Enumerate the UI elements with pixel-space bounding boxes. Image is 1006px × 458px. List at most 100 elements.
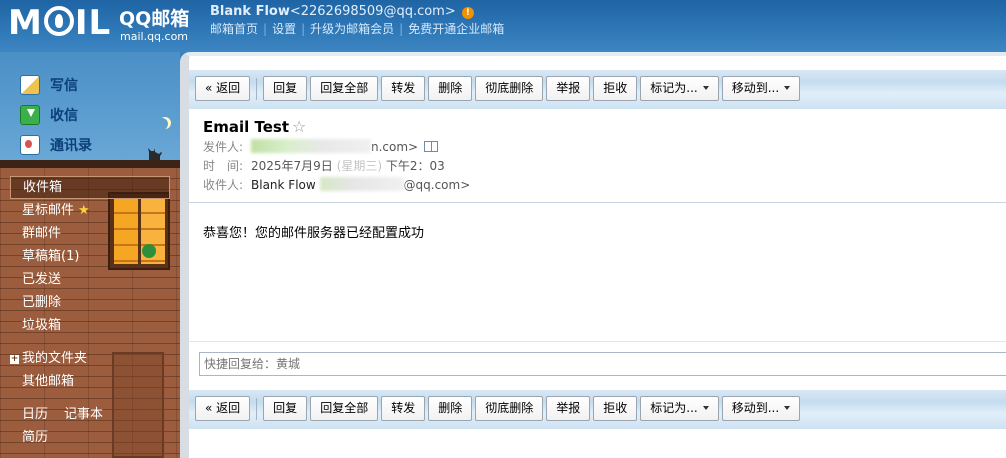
delete-forever-button[interactable]: 彻底删除 (475, 76, 544, 101)
bottom-toolbar: « 返回 回复 回复全部 转发 删除 彻底删除 举报 拒收 标记为... 移动到... (189, 390, 1006, 429)
expand-icon[interactable]: + (10, 355, 19, 364)
folder-sent[interactable]: 已发送 (10, 268, 170, 291)
nav-compose-label: 写信 (50, 78, 78, 94)
delete-button[interactable]: 删除 (428, 76, 473, 101)
time-label: 时 间: (203, 159, 244, 173)
redacted-recipient (319, 177, 404, 191)
account-info: Blank Flow<2262698509@qq.com>! (210, 2, 474, 20)
mark-as-dropdown[interactable]: 标记为... (640, 396, 719, 421)
time-weekday: (星期三) (336, 159, 383, 173)
sender-address[interactable]: n.com> (371, 140, 418, 154)
header-divider (189, 202, 1006, 203)
top-header: M IL QQ邮箱 mail.qq.com Blank Flow<22626985… (0, 0, 1006, 52)
my-folders-label: 我的文件夹 (22, 351, 88, 366)
link-upgrade-vip[interactable]: 升级为邮箱会员 (310, 22, 394, 36)
folder-starred[interactable]: 星标邮件 ★ (10, 199, 170, 222)
primary-nav: 写信 收信 通讯录 (20, 70, 92, 160)
link-settings[interactable]: 设置 (272, 22, 296, 36)
divider: | (301, 22, 306, 36)
logo-domain: mail.qq.com (120, 30, 189, 43)
chevron-down-icon (784, 86, 791, 90)
qq-mail-logo[interactable]: M IL QQ邮箱 mail.qq.com (8, 4, 198, 46)
mark-as-dropdown[interactable]: 标记为... (640, 76, 719, 101)
chevron-down-icon (784, 406, 791, 410)
back-button[interactable]: « 返回 (195, 76, 251, 101)
top-toolbar: « 返回 回复 回复全部 转发 删除 彻底删除 举报 拒收 标记为... 移动到... (189, 70, 1006, 109)
tool-notepad[interactable]: 记事本 (64, 407, 103, 422)
quick-reply-input[interactable] (199, 352, 1006, 376)
tool-calendar[interactable]: 日历 (22, 407, 48, 422)
time-date: 2025年7月9日 (251, 159, 333, 173)
folder-list: 收件箱 星标邮件 ★ 群邮件 草稿箱(1) 已发送 已删除 垃圾箱 + 我的文件夹 … (10, 176, 170, 449)
mail-subject-row: Email Test ☆ (203, 116, 1003, 138)
mail-header: Email Test ☆ 发件人: n.com> 时 间: 2025年7月9日 (星期… (203, 116, 1003, 195)
report-button[interactable]: 举报 (546, 76, 591, 101)
mark-as-label: 标记为... (650, 81, 698, 95)
forward-button[interactable]: 转发 (381, 76, 426, 101)
account-email: <2262698509@qq.com> (289, 4, 456, 19)
link-enterprise-mail[interactable]: 免费开通企业邮箱 (408, 22, 504, 36)
nav-compose[interactable]: 写信 (20, 70, 92, 100)
forward-button[interactable]: 转发 (381, 396, 426, 421)
delete-button[interactable]: 删除 (428, 396, 473, 421)
mail-read-panel: « 返回 回复 回复全部 转发 删除 彻底删除 举报 拒收 标记为... 移动到... Email… (180, 52, 1006, 458)
reply-button[interactable]: 回复 (263, 396, 308, 421)
warning-icon[interactable]: ! (461, 7, 474, 19)
mail-subject: Email Test (203, 118, 290, 136)
folder-group-mail[interactable]: 群邮件 (10, 222, 170, 245)
logo-penguin-icon (43, 6, 74, 36)
account-name[interactable]: Blank Flow (210, 4, 290, 19)
back-button[interactable]: « 返回 (195, 396, 251, 421)
mark-as-label: 标记为... (650, 401, 698, 415)
folder-inbox[interactable]: 收件箱 (10, 176, 170, 199)
write-icon (20, 75, 40, 95)
link-mail-home[interactable]: 邮箱首页 (210, 22, 258, 36)
nav-contacts[interactable]: 通讯录 (20, 130, 92, 160)
divider: | (263, 22, 268, 36)
move-to-label: 移动到... (731, 81, 780, 95)
my-folders[interactable]: + 我的文件夹 (10, 347, 170, 370)
reply-all-button[interactable]: 回复全部 (310, 76, 379, 101)
cat-icon (148, 148, 162, 160)
time-row: 时 间: 2025年7月9日 (星期三) 下午2：03 (203, 157, 1003, 176)
other-mailboxes[interactable]: 其他邮箱 (10, 370, 170, 393)
star-toggle-icon[interactable]: ☆ (292, 117, 306, 136)
chevron-down-icon (702, 86, 709, 90)
recipient-row: 收件人: Blank Flow @qq.com> (203, 176, 1003, 195)
sender-label: 发件人: (203, 140, 244, 154)
tool-resume[interactable]: 简历 (10, 426, 170, 449)
quick-reply-divider (189, 341, 1006, 342)
toolbar-divider (256, 78, 258, 100)
nav-receive-label: 收信 (50, 108, 78, 124)
roof-ledge (0, 160, 180, 168)
report-button[interactable]: 举报 (546, 396, 591, 421)
reject-button[interactable]: 拒收 (593, 396, 638, 421)
folder-deleted[interactable]: 已删除 (10, 291, 170, 314)
recipient-address: @qq.com> (403, 178, 471, 192)
folder-spam[interactable]: 垃圾箱 (10, 314, 170, 337)
nav-receive[interactable]: 收信 (20, 100, 92, 130)
divider: | (399, 22, 404, 36)
nav-contacts-label: 通讯录 (50, 138, 92, 154)
contacts-icon (20, 135, 40, 155)
logo-product-name: QQ邮箱 (119, 8, 190, 30)
folder-starred-label: 星标邮件 (22, 203, 75, 218)
reject-button[interactable]: 拒收 (593, 76, 638, 101)
reply-button[interactable]: 回复 (263, 76, 308, 101)
delete-forever-button[interactable]: 彻底删除 (475, 396, 544, 421)
recipient-name: Blank Flow (251, 178, 316, 192)
folder-drafts[interactable]: 草稿箱(1) (10, 245, 170, 268)
sender-row: 发件人: n.com> (203, 138, 1003, 157)
reply-all-button[interactable]: 回复全部 (310, 396, 379, 421)
contact-card-icon[interactable] (424, 141, 439, 152)
move-to-dropdown[interactable]: 移动到... (721, 396, 801, 421)
chevron-down-icon (702, 406, 709, 410)
move-to-dropdown[interactable]: 移动到... (721, 76, 801, 101)
tools-row: 日历 记事本 (10, 403, 170, 426)
move-to-label: 移动到... (731, 401, 780, 415)
moon-icon (156, 118, 168, 130)
toolbar-divider (256, 398, 258, 420)
logo-wordmark: M IL (8, 3, 112, 43)
star-icon: ★ (78, 203, 90, 218)
mail-body: 恭喜您！您的邮件服务器已经配置成功 (203, 226, 425, 241)
